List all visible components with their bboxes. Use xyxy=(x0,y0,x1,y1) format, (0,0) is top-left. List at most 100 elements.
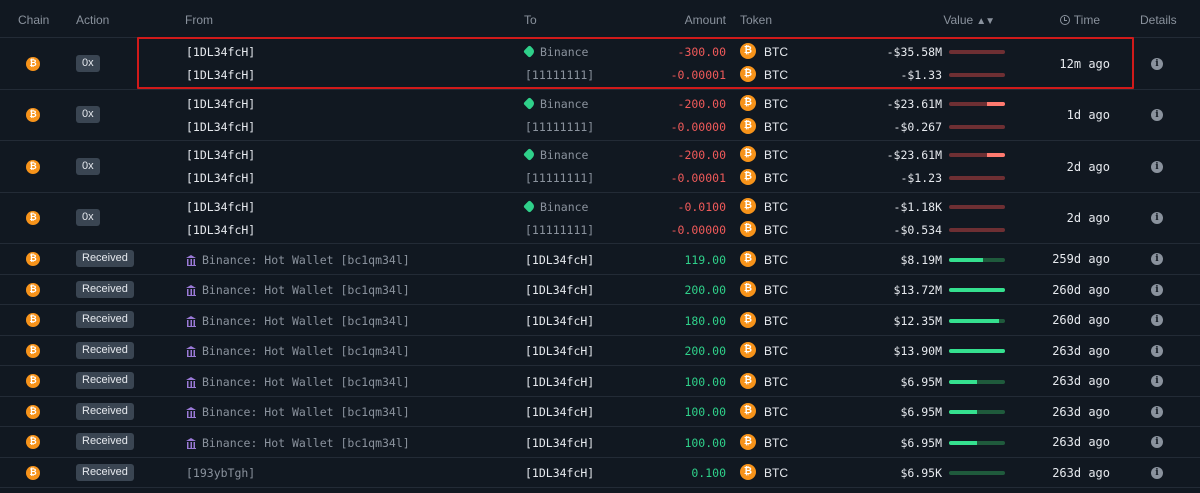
from-address-label: [1DL34fcH] xyxy=(186,96,256,111)
table-row[interactable]: ₿ Received Binance: Hot Wallet [bc1qm34l][… xyxy=(0,244,1200,275)
token-symbol[interactable]: BTC xyxy=(764,466,788,480)
from-address[interactable]: [1DL34fcH] xyxy=(186,120,255,134)
time-ago[interactable]: 259d ago xyxy=(1020,252,1110,266)
time-ago[interactable]: 260d ago xyxy=(1020,313,1110,327)
time-ago[interactable]: 260d ago xyxy=(1020,283,1110,297)
time-ago[interactable]: 263d ago xyxy=(1020,405,1110,419)
from-address[interactable]: [1DL34fcH] xyxy=(186,68,255,82)
info-icon[interactable]: i xyxy=(1151,283,1163,296)
column-header-time[interactable]: Time xyxy=(1040,13,1100,27)
time-ago[interactable]: 2d ago xyxy=(1020,160,1110,174)
token-symbol[interactable]: BTC xyxy=(764,45,788,59)
to-address[interactable]: Binance xyxy=(523,148,588,162)
token-symbol[interactable]: BTC xyxy=(764,148,788,162)
table-row[interactable]: ₿ 0x [1DL34fcH] Binance -0.0100 ₿ BTC -$1.18K [1… xyxy=(0,193,1200,244)
token-symbol[interactable]: BTC xyxy=(764,344,788,358)
info-icon[interactable]: i xyxy=(1151,160,1163,173)
time-ago[interactable]: 263d ago xyxy=(1020,374,1110,388)
table-row[interactable]: ₿ Received [193ybTgh] [1DL34fcH] 0.100 ₿ BTC $6… xyxy=(0,458,1200,488)
to-address[interactable]: [11111111] xyxy=(525,171,594,185)
to-address[interactable]: [1DL34fcH] xyxy=(525,375,594,389)
from-address[interactable]: Binance: Hot Wallet [bc1qm34l] xyxy=(186,405,410,419)
from-address[interactable]: [1DL34fcH] xyxy=(186,148,255,162)
column-header-value[interactable]: Value ▲▼ xyxy=(900,13,995,27)
token-symbol[interactable]: BTC xyxy=(764,314,788,328)
from-address[interactable]: Binance: Hot Wallet [bc1qm34l] xyxy=(186,375,410,389)
from-address[interactable]: [1DL34fcH] xyxy=(186,223,255,237)
tag-icon xyxy=(523,96,536,110)
token-symbol[interactable]: BTC xyxy=(764,223,788,237)
to-address[interactable]: [11111111] xyxy=(525,68,594,82)
column-header-to[interactable]: To xyxy=(524,13,537,27)
column-header-token[interactable]: Token xyxy=(740,13,772,27)
from-address[interactable]: [1DL34fcH] xyxy=(186,97,255,111)
to-address[interactable]: [1DL34fcH] xyxy=(525,344,594,358)
table-row[interactable]: ₿ Received Binance: Hot Wallet [bc1qm34l][… xyxy=(0,305,1200,336)
token-symbol[interactable]: BTC xyxy=(764,97,788,111)
token-symbol[interactable]: BTC xyxy=(764,68,788,82)
table-row[interactable]: ₿ Received Binance: Hot Wallet [bc1qm34l][… xyxy=(0,275,1200,305)
sort-icon[interactable]: ▲▼ xyxy=(976,16,995,27)
column-header-amount[interactable]: Amount xyxy=(626,13,726,27)
from-address-label: [1DL34fcH] xyxy=(186,148,256,162)
from-address[interactable]: Binance: Hot Wallet [bc1qm34l] xyxy=(186,283,410,297)
from-address[interactable]: [193ybTgh] xyxy=(186,466,255,480)
token-symbol[interactable]: BTC xyxy=(764,375,788,389)
time-ago[interactable]: 1d ago xyxy=(1020,108,1110,122)
bitcoin-icon: ₿ xyxy=(740,372,756,389)
info-icon[interactable]: i xyxy=(1151,405,1163,418)
amount: 119.00 xyxy=(684,252,726,267)
time-ago[interactable]: 12m ago xyxy=(1020,57,1110,71)
to-address[interactable]: [1DL34fcH] xyxy=(525,436,594,450)
to-address-label: [1DL34fcH] xyxy=(525,466,595,480)
token-symbol[interactable]: BTC xyxy=(764,253,788,267)
info-icon[interactable]: i xyxy=(1151,344,1163,357)
to-address[interactable]: [1DL34fcH] xyxy=(525,283,594,297)
token-symbol[interactable]: BTC xyxy=(764,200,788,214)
token-symbol[interactable]: BTC xyxy=(764,283,788,297)
table-row[interactable]: ₿ 0x [1DL34fcH] Binance -200.00 ₿ BTC -$23.61M[… xyxy=(0,141,1200,193)
to-address[interactable]: Binance xyxy=(523,96,588,111)
from-address-label: Binance: Hot Wallet [bc1qm34l] xyxy=(202,283,410,297)
to-address[interactable]: [1DL34fcH] xyxy=(525,466,594,480)
time-ago[interactable]: 263d ago xyxy=(1020,344,1110,358)
table-row[interactable]: ₿ 0x [1DL34fcH] Binance -300.00 ₿ BTC -$35.58M[… xyxy=(0,38,1200,90)
column-header-from[interactable]: From xyxy=(185,13,213,27)
from-address-label: [1DL34fcH] xyxy=(186,68,256,82)
from-address[interactable]: Binance: Hot Wallet [bc1qm34l] xyxy=(186,314,410,328)
time-ago[interactable]: 263d ago xyxy=(1020,466,1110,480)
to-address[interactable]: [1DL34fcH] xyxy=(525,253,594,267)
to-address[interactable]: [1DL34fcH] xyxy=(525,314,594,328)
token-symbol[interactable]: BTC xyxy=(764,436,788,450)
to-address[interactable]: [11111111] xyxy=(525,120,594,134)
from-address[interactable]: Binance: Hot Wallet [bc1qm34l] xyxy=(186,436,410,450)
to-address[interactable]: Binance xyxy=(523,45,588,59)
value-bar xyxy=(949,440,1005,445)
bitcoin-icon: ₿ xyxy=(740,220,756,237)
column-header-chain[interactable]: Chain xyxy=(18,13,49,27)
column-header-action[interactable]: Action xyxy=(76,13,109,27)
from-address[interactable]: [1DL34fcH] xyxy=(186,200,255,214)
time-ago[interactable]: 263d ago xyxy=(1020,435,1110,449)
from-address[interactable]: [1DL34fcH] xyxy=(186,45,255,59)
token-symbol[interactable]: BTC xyxy=(764,171,788,185)
info-icon[interactable]: i xyxy=(1151,57,1163,70)
from-address[interactable]: Binance: Hot Wallet [bc1qm34l] xyxy=(186,253,410,267)
table-row[interactable]: ₿ Received Binance: Hot Wallet [bc1qm34l][… xyxy=(0,397,1200,427)
usd-value: $12.35M xyxy=(893,313,942,328)
to-address[interactable]: [1DL34fcH] xyxy=(525,405,594,419)
to-address[interactable]: Binance xyxy=(523,200,588,214)
time-ago[interactable]: 2d ago xyxy=(1020,211,1110,225)
table-row[interactable]: ₿ Received Binance: Hot Wallet [bc1qm34l][… xyxy=(0,427,1200,458)
value-bar-fill xyxy=(986,101,1005,106)
table-row[interactable]: ₿ Received Binance: Hot Wallet [bc1qm34l][… xyxy=(0,366,1200,397)
token-symbol[interactable]: BTC xyxy=(764,120,788,134)
from-address[interactable]: [1DL34fcH] xyxy=(186,171,255,185)
info-icon[interactable]: i xyxy=(1151,466,1163,479)
token-symbol[interactable]: BTC xyxy=(764,405,788,419)
from-address[interactable]: Binance: Hot Wallet [bc1qm34l] xyxy=(186,344,410,358)
table-row[interactable]: ₿ 0x [1DL34fcH] Binance -200.00 ₿ BTC -$23.61M[… xyxy=(0,90,1200,141)
from-address-label: [193ybTgh] xyxy=(186,466,256,480)
table-row[interactable]: ₿ Received Binance: Hot Wallet [bc1qm34l][… xyxy=(0,336,1200,366)
to-address[interactable]: [11111111] xyxy=(525,223,594,237)
